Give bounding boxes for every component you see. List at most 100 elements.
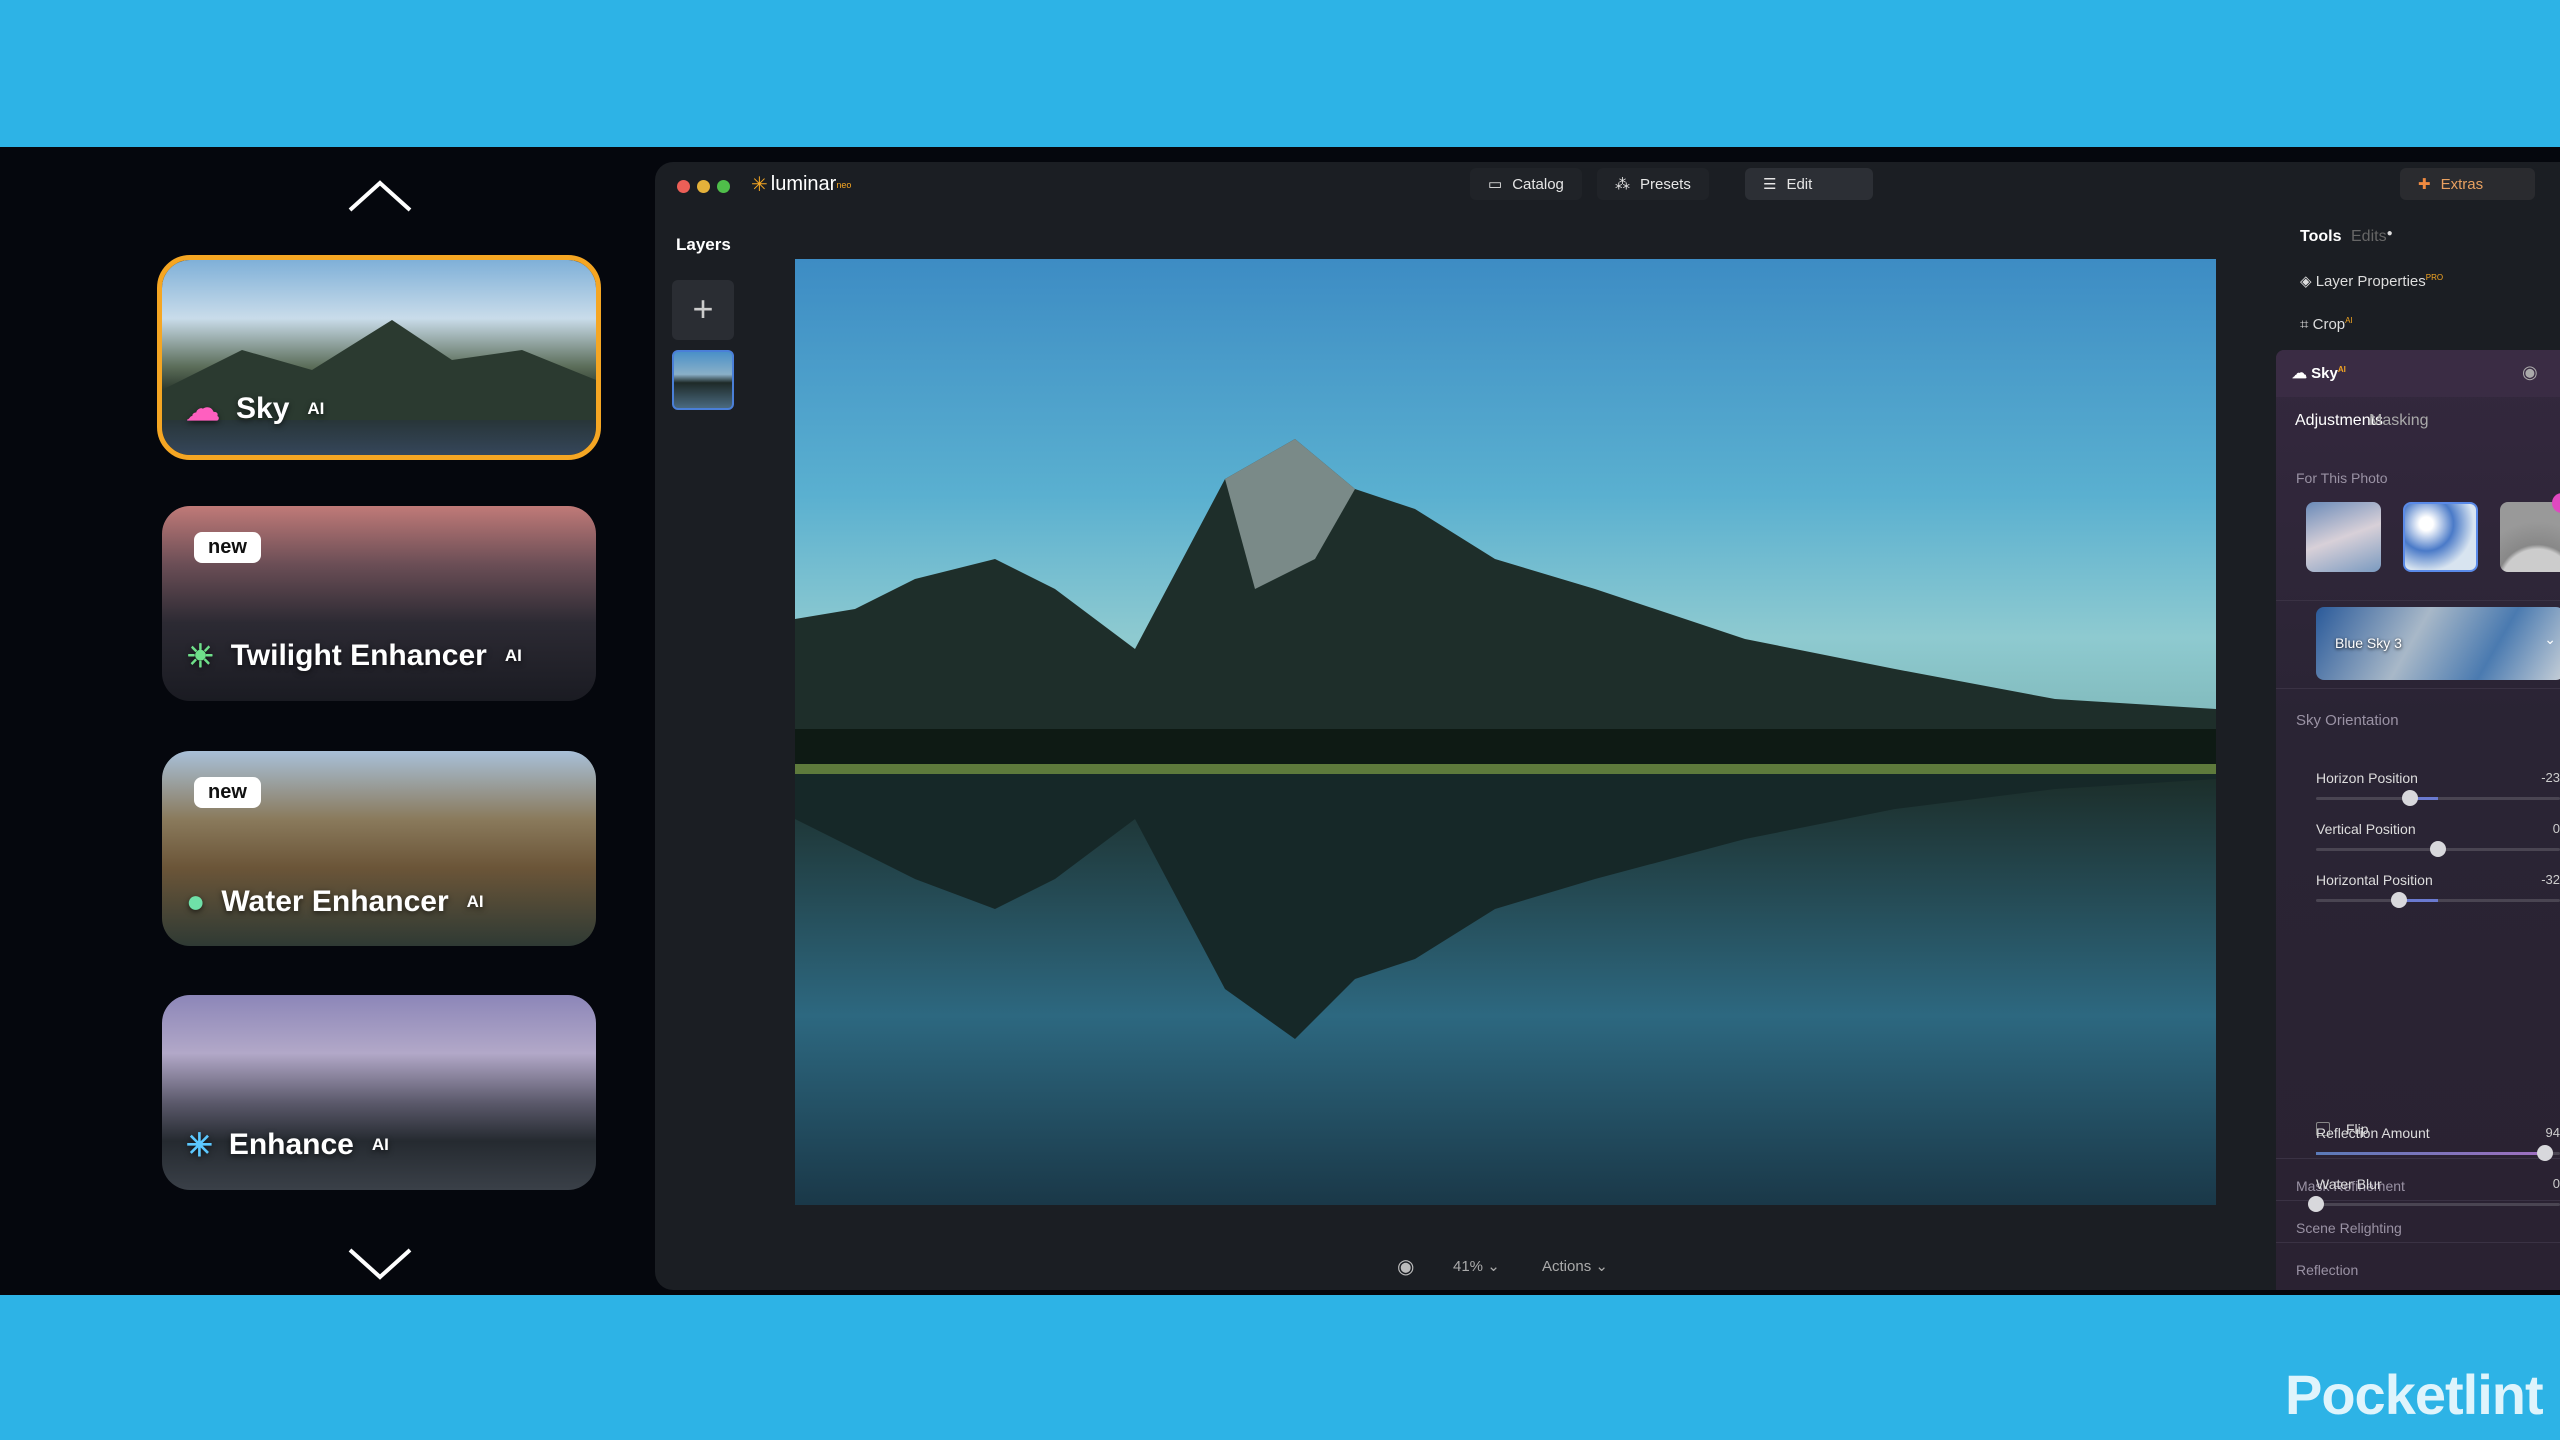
tool-label: Crop xyxy=(2312,316,2346,333)
card-label: ☁ Sky AI xyxy=(186,389,324,429)
tab-masking[interactable]: Masking xyxy=(2369,412,2429,430)
actions-dropdown[interactable]: Actions ⌄ xyxy=(1542,1257,1608,1275)
layers-icon: ◈ xyxy=(2300,273,2312,290)
slider-knob[interactable] xyxy=(2430,841,2446,857)
cloud-icon: ☁ xyxy=(186,390,220,428)
tab-edits[interactable]: Edits● xyxy=(2351,228,2393,246)
app-logo: ✳ luminar neo xyxy=(751,172,851,197)
card-title: Sky xyxy=(236,392,290,425)
actions-label: Actions xyxy=(1542,1258,1592,1275)
slider-knob[interactable] xyxy=(2308,1196,2324,1212)
magic-wand-icon: ⁂ xyxy=(1615,176,1630,193)
layer-thumbnail[interactable] xyxy=(672,350,734,410)
drop-icon: ● xyxy=(186,883,206,919)
tools-panel: Tools Edits● ◈ Layer PropertiesPRO ⌗ Cro… xyxy=(2268,162,2560,1290)
tool-label: Sky xyxy=(2311,365,2338,382)
puzzle-icon: ✚ xyxy=(2418,176,2431,193)
divider xyxy=(2276,688,2560,689)
tab-tools[interactable]: Tools xyxy=(2300,228,2341,246)
extras-label: Extras xyxy=(2440,175,2484,193)
zoom-value: 41% xyxy=(1453,1258,1484,1275)
sunrise-icon: ☀ xyxy=(186,638,215,674)
sky-preset-thumb[interactable] xyxy=(2500,502,2560,572)
sky-title: ☁ SkyAI xyxy=(2292,364,2346,382)
tab-label: Catalog xyxy=(1512,175,1564,193)
mountain-lake-photo xyxy=(795,439,2216,1039)
card-label: ✳ Enhance AI xyxy=(186,1126,389,1164)
slider-track[interactable] xyxy=(2316,1145,2560,1161)
tab-catalog[interactable]: ▭ Catalog xyxy=(1470,168,1582,200)
ai-badge: AI xyxy=(307,399,325,418)
slider-knob[interactable] xyxy=(2390,892,2407,908)
divider xyxy=(2276,600,2560,601)
slider-track[interactable] xyxy=(2316,841,2560,857)
dot-indicator: ● xyxy=(2386,228,2393,239)
tab-label: Presets xyxy=(1640,175,1691,193)
slider-label: Horizontal Position xyxy=(2316,872,2433,888)
section-scene-relighting[interactable]: Scene Relighting xyxy=(2296,1220,2402,1236)
slider-label: Horizon Position xyxy=(2316,770,2418,786)
pocketlint-watermark: Pocketlint xyxy=(2285,1363,2544,1426)
extras-button[interactable]: ✚ Extras xyxy=(2400,168,2535,200)
cloud-icon: ☁ xyxy=(2292,365,2307,382)
tool-label: Layer Properties xyxy=(2315,273,2426,290)
preview-eye-icon[interactable]: ◉ xyxy=(1397,1254,1414,1279)
sky-preset-thumb-selected[interactable] xyxy=(2403,502,2478,572)
sky-orientation-label: Sky Orientation xyxy=(2296,712,2399,729)
new-badge: new xyxy=(194,532,261,563)
sky-select-value: Blue Sky 3 xyxy=(2335,635,2402,651)
visibility-eye-icon[interactable]: ◉ xyxy=(2522,362,2538,383)
tool-card-twilight-enhancer[interactable]: new ☀ Twilight Enhancer AI xyxy=(162,506,596,701)
slider-fill xyxy=(2316,1152,2546,1155)
chevron-down-icon: ⌄ xyxy=(1595,1258,1608,1275)
layers-title: Layers xyxy=(676,235,731,254)
slider-value[interactable]: 94 xyxy=(2506,1125,2560,1140)
slider-value[interactable]: -32 xyxy=(2506,872,2560,887)
card-title: Water Enhancer xyxy=(221,884,449,918)
sky-select-dropdown[interactable]: Blue Sky 3 ⌄ xyxy=(2316,607,2560,680)
folder-icon: ▭ xyxy=(1488,176,1503,193)
tab-label: Edit xyxy=(1786,175,1813,193)
card-label: ☀ Twilight Enhancer AI xyxy=(186,637,522,675)
ai-badge: AI xyxy=(371,1135,389,1154)
slider-label: Water Blur xyxy=(2316,1176,2382,1192)
photo-canvas[interactable] xyxy=(795,259,2216,1205)
tab-presets[interactable]: ⁂ Presets xyxy=(1597,168,1709,200)
slider-value[interactable]: 0 xyxy=(2506,821,2560,836)
ai-badge: AI xyxy=(466,891,484,911)
pro-badge: PRO xyxy=(2425,273,2444,282)
for-this-photo-label: For This Photo xyxy=(2296,470,2388,486)
divider xyxy=(2276,1242,2560,1243)
logo-suffix: neo xyxy=(836,179,852,190)
chevron-up-icon[interactable] xyxy=(345,175,415,215)
chevron-down-icon: ⌄ xyxy=(2544,631,2556,647)
sparkle-icon: ✳ xyxy=(186,1127,213,1163)
slider-value[interactable]: -23 xyxy=(2506,770,2560,785)
slider-track[interactable] xyxy=(2316,892,2560,908)
tool-layer-properties[interactable]: ◈ Layer PropertiesPRO xyxy=(2300,272,2443,290)
slider-track[interactable] xyxy=(2308,1196,2560,1212)
add-layer-button[interactable]: + xyxy=(672,280,734,340)
ai-badge: AI xyxy=(2337,365,2346,374)
new-badge: new xyxy=(194,777,261,808)
slider-label: Vertical Position xyxy=(2316,821,2416,837)
sky-preset-thumb[interactable] xyxy=(2306,502,2381,572)
tool-card-enhance[interactable]: ✳ Enhance AI xyxy=(162,995,596,1190)
minimize-window-button[interactable] xyxy=(697,180,710,193)
chevron-down-icon[interactable] xyxy=(345,1245,415,1285)
tool-crop[interactable]: ⌗ CropAI xyxy=(2300,316,2353,333)
sky-tool-section: ☁ SkyAI ◉ Adjustments Masking For This P… xyxy=(2276,350,2560,1290)
chevron-down-icon: ⌄ xyxy=(1487,1258,1500,1275)
maximize-window-button[interactable] xyxy=(717,180,730,193)
divider xyxy=(2276,1158,2560,1159)
tab-edit[interactable]: ☰ Edit xyxy=(1745,168,1873,200)
tab-label: Edits xyxy=(2351,228,2387,245)
close-window-button[interactable] xyxy=(677,180,690,193)
slider-knob[interactable] xyxy=(2401,790,2418,806)
zoom-dropdown[interactable]: 41% ⌄ xyxy=(1453,1257,1500,1275)
section-reflection[interactable]: Reflection xyxy=(2296,1262,2358,1278)
slider-value[interactable]: 0 xyxy=(2506,1176,2560,1191)
tool-card-sky[interactable]: ☁ Sky AI xyxy=(157,255,601,460)
tool-card-water-enhancer[interactable]: new ● Water Enhancer AI xyxy=(162,751,596,946)
slider-track[interactable] xyxy=(2316,790,2560,806)
